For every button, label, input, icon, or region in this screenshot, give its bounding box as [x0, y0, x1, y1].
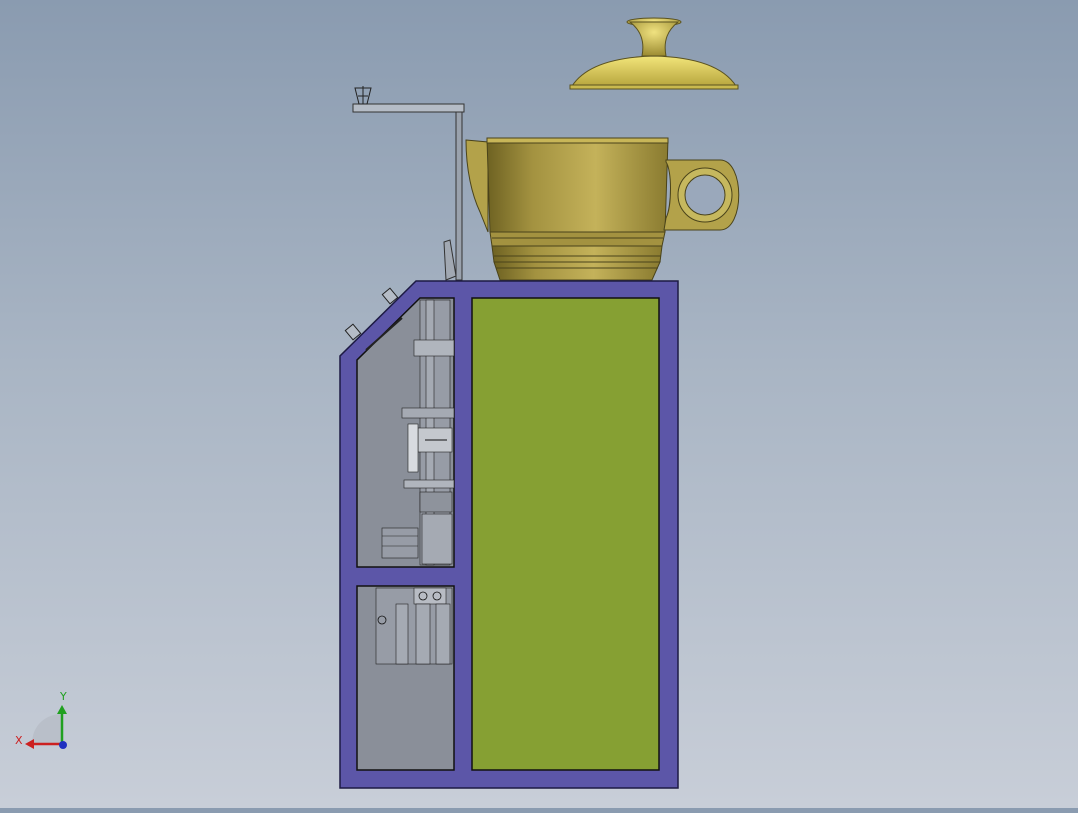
lower-compartment[interactable]: [356, 585, 455, 771]
x-axis-label: X: [15, 734, 23, 747]
teapot-handle[interactable]: [663, 159, 740, 231]
model-drawing[interactable]: Y X: [0, 0, 1078, 808]
teapot-lid[interactable]: [569, 17, 739, 90]
pour-bracket[interactable]: [352, 86, 465, 281]
y-axis-arrowhead: [57, 705, 67, 714]
cad-viewport[interactable]: Y X: [0, 0, 1078, 808]
y-axis-label: Y: [59, 690, 67, 703]
x-axis-arrowhead: [25, 739, 34, 749]
z-axis-dot: [59, 741, 67, 749]
coordinate-triad: Y X: [15, 690, 67, 749]
green-side-panel[interactable]: [471, 297, 660, 771]
teapot-body[interactable]: [465, 137, 669, 281]
